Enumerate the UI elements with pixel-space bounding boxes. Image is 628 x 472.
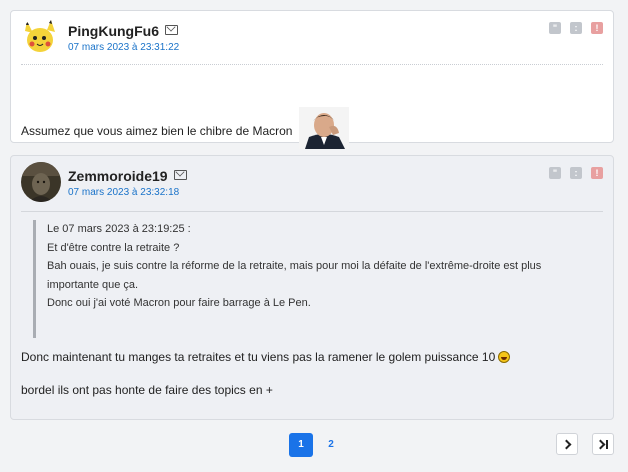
alert-icon[interactable]: ! (591, 22, 603, 34)
post-message-line: bordel ils ont pas honte de faire des to… (21, 383, 273, 397)
laughing-smiley-icon (498, 351, 511, 363)
alert-icon[interactable]: ! (591, 167, 603, 179)
post-2: Zemmoroide19 07 mars 2023 à 23:32:18 " :… (10, 155, 614, 420)
page-navigation (556, 433, 614, 455)
post-actions: " : ! (549, 167, 603, 179)
post-divider (21, 211, 603, 212)
quote-line: Et d'être contre la retraite ? (47, 241, 180, 254)
post-divider (21, 64, 603, 65)
avatar-pikachu[interactable] (21, 17, 61, 57)
post-message: Assumez que vous aimez bien le chibre de… (21, 107, 349, 149)
post-author[interactable]: Zemmoroide19 (68, 168, 187, 184)
quote-icon[interactable]: " (549, 22, 561, 34)
author-name[interactable]: Zemmoroide19 (68, 168, 168, 184)
post-author[interactable]: PingKungFu6 (68, 23, 178, 39)
quote-line: Donc oui j'ai voté Macron pour faire bar… (47, 297, 311, 309)
next-page-button[interactable] (556, 433, 578, 455)
quote-header: Le 07 mars 2023 à 23:19:25 : (47, 223, 191, 235)
mail-icon[interactable] (173, 170, 187, 180)
pagination: 1 2 (289, 433, 343, 457)
macron-sticker (298, 107, 349, 149)
post-message-line: Donc maintenant tu manges ta retraites e… (21, 350, 511, 364)
quote-line: importante que ça. (47, 278, 139, 291)
quote-line: Bah ouais, je suis contre la réforme de … (47, 260, 542, 272)
post-1: PingKungFu6 07 mars 2023 à 23:31:22 " : … (10, 10, 614, 149)
author-name[interactable]: PingKungFu6 (68, 23, 159, 39)
last-page-button[interactable] (592, 433, 614, 455)
mail-icon[interactable] (165, 25, 178, 35)
avatar-zemmoroide[interactable] (21, 162, 61, 202)
post-date[interactable]: 07 mars 2023 à 23:32:18 (68, 187, 179, 198)
quote-icon[interactable]: " (549, 167, 561, 179)
last-page-bar (606, 440, 608, 449)
message-icon[interactable]: : (570, 167, 582, 179)
message-text: Donc maintenant tu manges ta retraites e… (21, 350, 496, 364)
last-page-icon (595, 439, 606, 450)
quoted-message: Le 07 mars 2023 à 23:19:25 : Et d'être c… (33, 220, 573, 338)
message-text: Assumez que vous aimez bien le chibre de… (21, 124, 293, 138)
chevron-right-icon (561, 439, 572, 450)
page-1-button[interactable]: 1 (289, 433, 313, 457)
page-2-button[interactable]: 2 (319, 433, 343, 457)
post-date[interactable]: 07 mars 2023 à 23:31:22 (68, 42, 179, 53)
message-icon[interactable]: : (570, 22, 582, 34)
post-actions: " : ! (549, 22, 603, 34)
